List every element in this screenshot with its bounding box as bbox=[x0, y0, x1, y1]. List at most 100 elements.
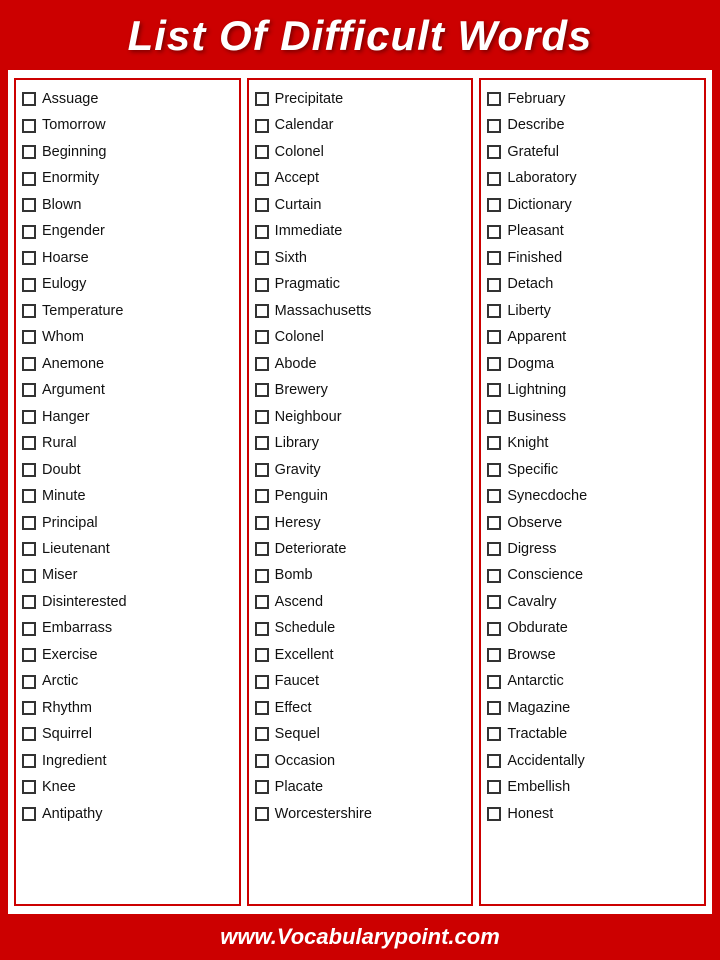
list-item[interactable]: Accept bbox=[253, 165, 468, 191]
list-item[interactable]: Library bbox=[253, 430, 468, 456]
list-item[interactable]: Magazine bbox=[485, 695, 700, 721]
list-item[interactable]: Embarrass bbox=[20, 615, 235, 641]
list-item[interactable]: Anemone bbox=[20, 351, 235, 377]
checkbox-icon[interactable] bbox=[255, 251, 269, 265]
checkbox-icon[interactable] bbox=[487, 622, 501, 636]
list-item[interactable]: Massachusetts bbox=[253, 298, 468, 324]
list-item[interactable]: Eulogy bbox=[20, 271, 235, 297]
list-item[interactable]: Detach bbox=[485, 271, 700, 297]
list-item[interactable]: Laboratory bbox=[485, 165, 700, 191]
checkbox-icon[interactable] bbox=[22, 516, 36, 530]
checkbox-icon[interactable] bbox=[487, 225, 501, 239]
checkbox-icon[interactable] bbox=[487, 807, 501, 821]
checkbox-icon[interactable] bbox=[487, 701, 501, 715]
checkbox-icon[interactable] bbox=[22, 251, 36, 265]
list-item[interactable]: Specific bbox=[485, 457, 700, 483]
checkbox-icon[interactable] bbox=[255, 383, 269, 397]
list-item[interactable]: Obdurate bbox=[485, 615, 700, 641]
list-item[interactable]: Exercise bbox=[20, 642, 235, 668]
checkbox-icon[interactable] bbox=[255, 357, 269, 371]
list-item[interactable]: Whom bbox=[20, 324, 235, 350]
checkbox-icon[interactable] bbox=[487, 145, 501, 159]
list-item[interactable]: Dictionary bbox=[485, 192, 700, 218]
list-item[interactable]: Lightning bbox=[485, 377, 700, 403]
checkbox-icon[interactable] bbox=[22, 807, 36, 821]
list-item[interactable]: Sixth bbox=[253, 245, 468, 271]
list-item[interactable]: Dogma bbox=[485, 351, 700, 377]
checkbox-icon[interactable] bbox=[22, 330, 36, 344]
list-item[interactable]: Browse bbox=[485, 642, 700, 668]
list-item[interactable]: Brewery bbox=[253, 377, 468, 403]
checkbox-icon[interactable] bbox=[22, 542, 36, 556]
checkbox-icon[interactable] bbox=[255, 172, 269, 186]
list-item[interactable]: Knight bbox=[485, 430, 700, 456]
checkbox-icon[interactable] bbox=[22, 463, 36, 477]
checkbox-icon[interactable] bbox=[255, 410, 269, 424]
checkbox-icon[interactable] bbox=[487, 648, 501, 662]
checkbox-icon[interactable] bbox=[22, 489, 36, 503]
checkbox-icon[interactable] bbox=[255, 675, 269, 689]
checkbox-icon[interactable] bbox=[22, 410, 36, 424]
checkbox-icon[interactable] bbox=[255, 648, 269, 662]
list-item[interactable]: Accidentally bbox=[485, 748, 700, 774]
list-item[interactable]: Blown bbox=[20, 192, 235, 218]
checkbox-icon[interactable] bbox=[255, 119, 269, 133]
checkbox-icon[interactable] bbox=[255, 754, 269, 768]
checkbox-icon[interactable] bbox=[255, 436, 269, 450]
checkbox-icon[interactable] bbox=[22, 754, 36, 768]
list-item[interactable]: Faucet bbox=[253, 668, 468, 694]
checkbox-icon[interactable] bbox=[255, 330, 269, 344]
checkbox-icon[interactable] bbox=[255, 701, 269, 715]
list-item[interactable]: Ingredient bbox=[20, 748, 235, 774]
checkbox-icon[interactable] bbox=[255, 145, 269, 159]
checkbox-icon[interactable] bbox=[487, 198, 501, 212]
checkbox-icon[interactable] bbox=[22, 780, 36, 794]
list-item[interactable]: Business bbox=[485, 404, 700, 430]
checkbox-icon[interactable] bbox=[255, 727, 269, 741]
list-item[interactable]: Pleasant bbox=[485, 218, 700, 244]
list-item[interactable]: Synecdoche bbox=[485, 483, 700, 509]
list-item[interactable]: Lieutenant bbox=[20, 536, 235, 562]
checkbox-icon[interactable] bbox=[487, 489, 501, 503]
checkbox-icon[interactable] bbox=[487, 278, 501, 292]
list-item[interactable]: Observe bbox=[485, 510, 700, 536]
checkbox-icon[interactable] bbox=[22, 225, 36, 239]
checkbox-icon[interactable] bbox=[255, 780, 269, 794]
checkbox-icon[interactable] bbox=[22, 436, 36, 450]
list-item[interactable]: Colonel bbox=[253, 324, 468, 350]
list-item[interactable]: Argument bbox=[20, 377, 235, 403]
list-item[interactable]: Precipitate bbox=[253, 86, 468, 112]
list-item[interactable]: Conscience bbox=[485, 562, 700, 588]
list-item[interactable]: Describe bbox=[485, 112, 700, 138]
checkbox-icon[interactable] bbox=[22, 357, 36, 371]
list-item[interactable]: Assuage bbox=[20, 86, 235, 112]
list-item[interactable]: Beginning bbox=[20, 139, 235, 165]
checkbox-icon[interactable] bbox=[487, 595, 501, 609]
list-item[interactable]: Miser bbox=[20, 562, 235, 588]
list-item[interactable]: Antarctic bbox=[485, 668, 700, 694]
list-item[interactable]: Grateful bbox=[485, 139, 700, 165]
checkbox-icon[interactable] bbox=[22, 383, 36, 397]
checkbox-icon[interactable] bbox=[22, 92, 36, 106]
checkbox-icon[interactable] bbox=[22, 701, 36, 715]
checkbox-icon[interactable] bbox=[255, 569, 269, 583]
list-item[interactable]: Principal bbox=[20, 510, 235, 536]
list-item[interactable]: Tomorrow bbox=[20, 112, 235, 138]
checkbox-icon[interactable] bbox=[487, 172, 501, 186]
checkbox-icon[interactable] bbox=[22, 278, 36, 292]
list-item[interactable]: Hoarse bbox=[20, 245, 235, 271]
checkbox-icon[interactable] bbox=[487, 410, 501, 424]
list-item[interactable]: Enormity bbox=[20, 165, 235, 191]
list-item[interactable]: Liberty bbox=[485, 298, 700, 324]
checkbox-icon[interactable] bbox=[255, 278, 269, 292]
checkbox-icon[interactable] bbox=[22, 675, 36, 689]
list-item[interactable]: Cavalry bbox=[485, 589, 700, 615]
checkbox-icon[interactable] bbox=[487, 92, 501, 106]
checkbox-icon[interactable] bbox=[255, 516, 269, 530]
list-item[interactable]: Worcestershire bbox=[253, 801, 468, 827]
checkbox-icon[interactable] bbox=[255, 542, 269, 556]
list-item[interactable]: Immediate bbox=[253, 218, 468, 244]
checkbox-icon[interactable] bbox=[22, 569, 36, 583]
checkbox-icon[interactable] bbox=[487, 754, 501, 768]
list-item[interactable]: Schedule bbox=[253, 615, 468, 641]
